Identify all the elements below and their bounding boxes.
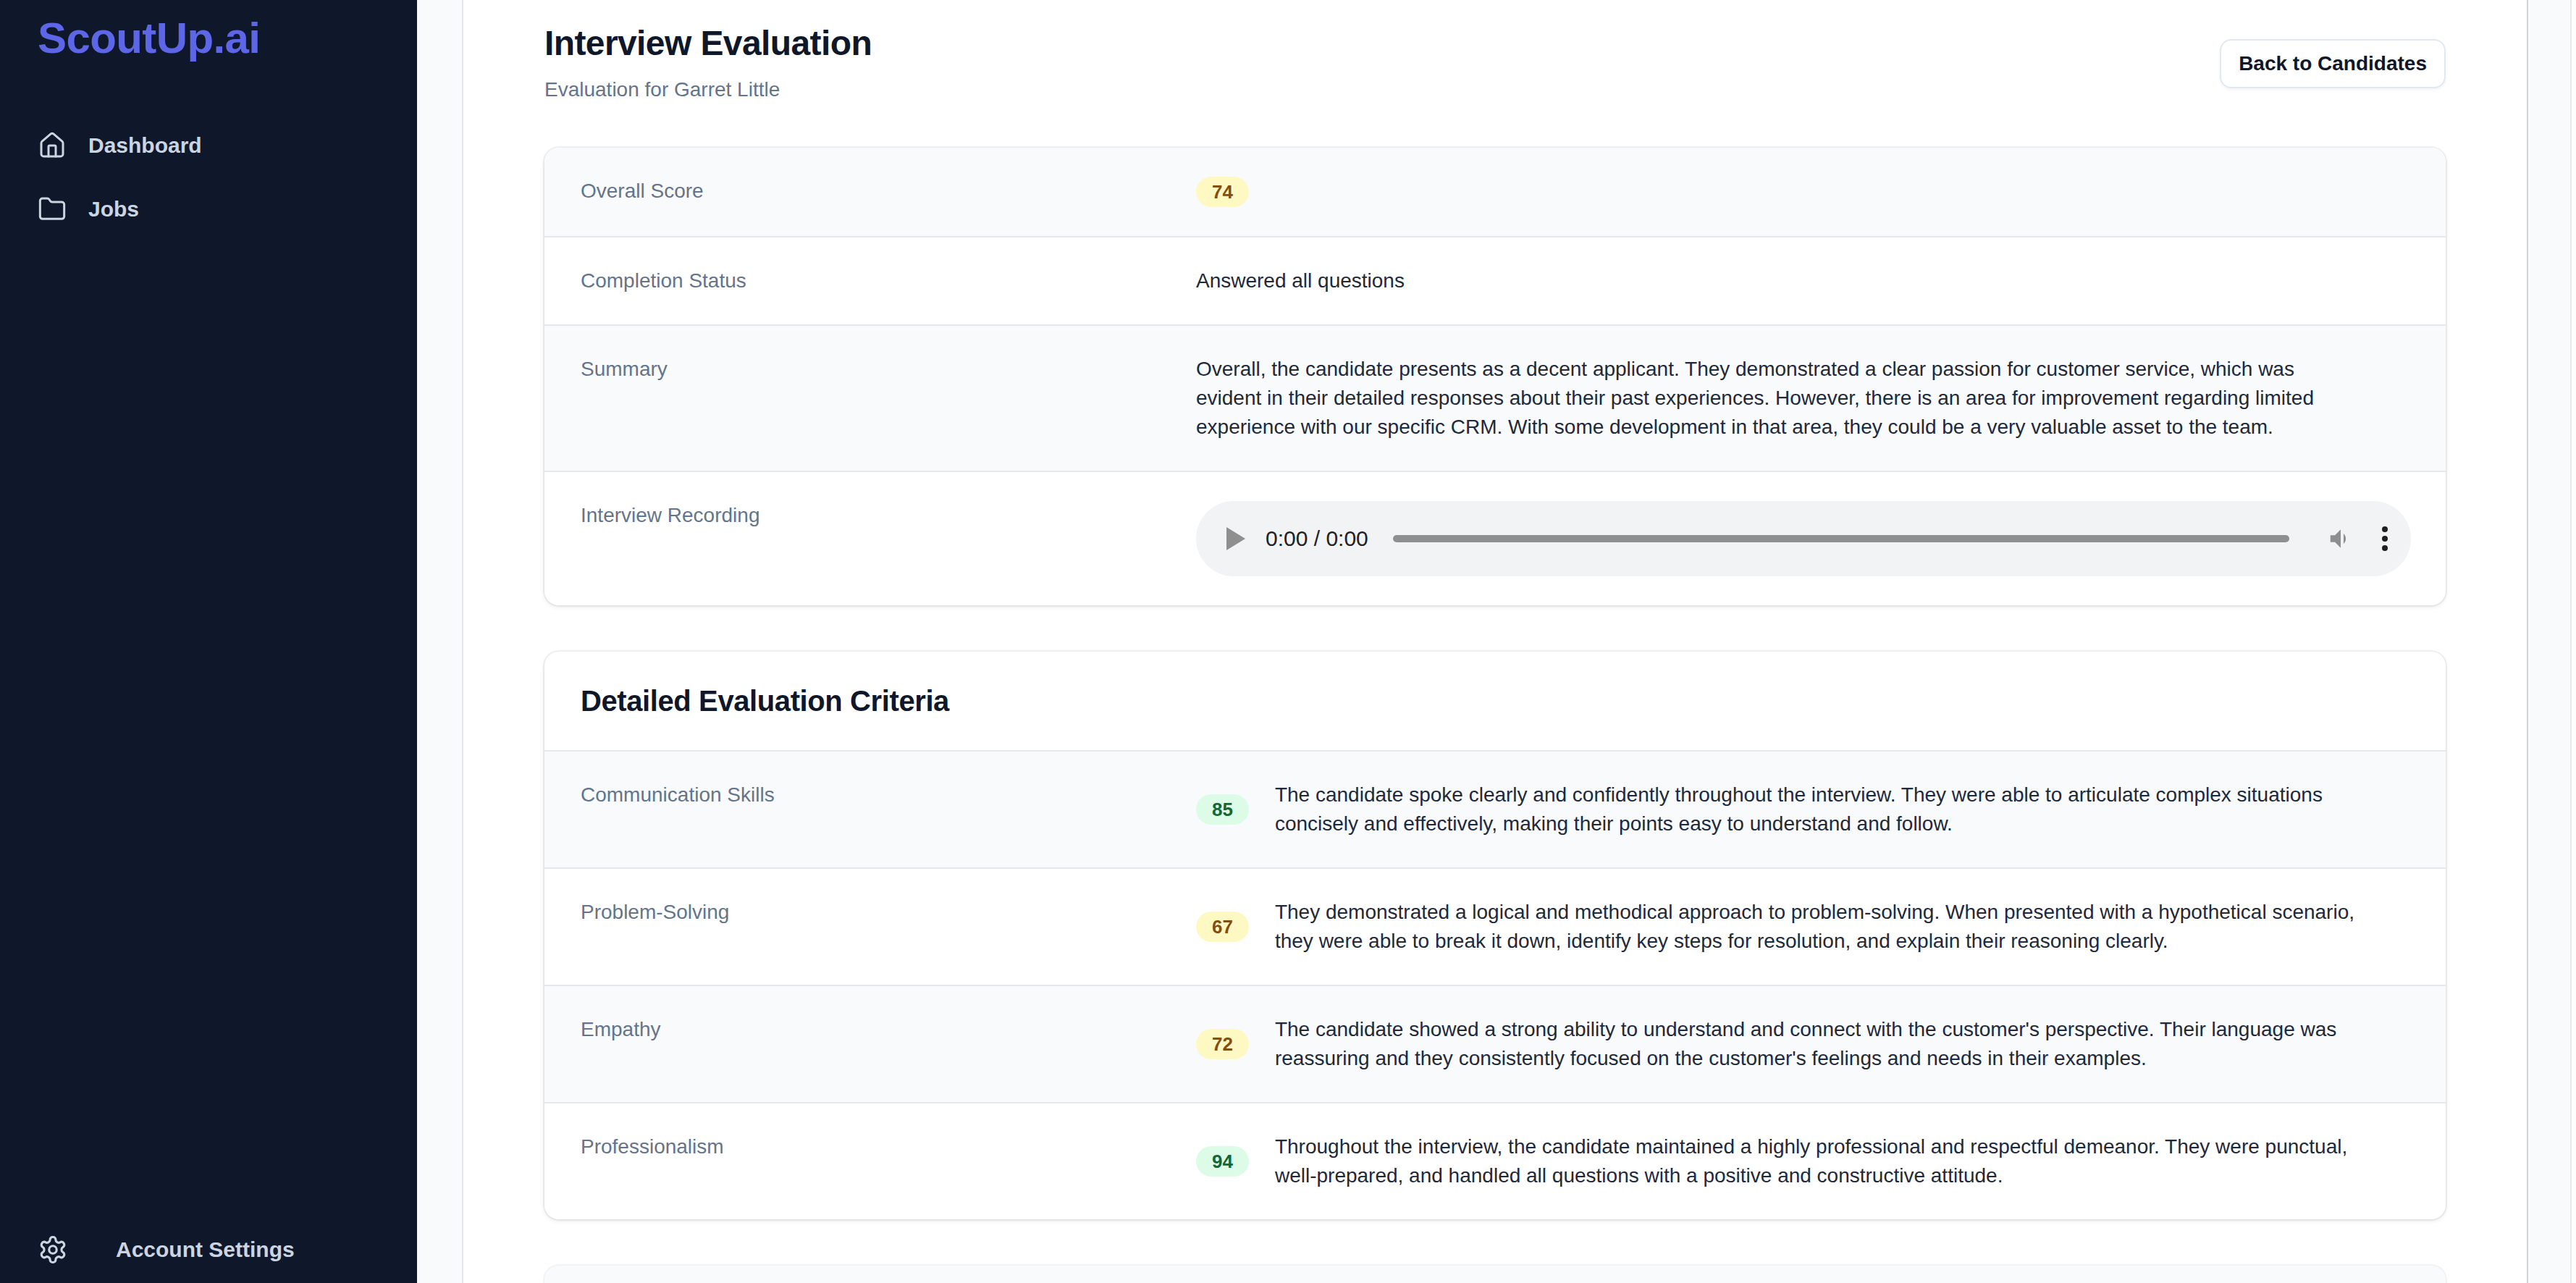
summary-line: Overall, the candidate presents as a dec…	[1196, 355, 2411, 384]
card-title: Detailed Evaluation Criteria	[581, 681, 2411, 721]
sidebar-item-label: Jobs	[88, 197, 139, 222]
criteria-description: The candidate showed a strong ability to…	[1275, 1015, 2336, 1073]
row-label: Overall Score	[544, 148, 1196, 236]
criteria-description: They demonstrated a logical and methodic…	[1275, 898, 2354, 956]
app-logo: ScoutUp.ai	[38, 13, 417, 63]
back-to-candidates-button[interactable]: Back to Candidates	[2220, 39, 2446, 88]
description-line: well-prepared, and handled all questions…	[1275, 1161, 2347, 1190]
description-line: they were able to break it down, identif…	[1275, 927, 2354, 956]
row-label: Problem-Solving	[544, 869, 1196, 985]
volume-icon[interactable]	[2327, 525, 2354, 552]
row-value: 67 They demonstrated a logical and metho…	[1196, 869, 2446, 985]
table-row: Communication Skills 85 The candidate sp…	[544, 750, 2446, 867]
row-value: 74	[1196, 148, 2446, 236]
description-line: reassuring and they consistently focused…	[1275, 1044, 2336, 1073]
row-value: 72 The candidate showed a strong ability…	[1196, 986, 2446, 1102]
app: ScoutUp.ai Dashboard Jobs Account Settin…	[0, 0, 2576, 1283]
table-row: Empathy 72 The candidate showed a strong…	[544, 985, 2446, 1102]
score-badge: 85	[1196, 794, 1249, 825]
score-badge: 67	[1196, 912, 1249, 942]
score-badge: 72	[1196, 1029, 1249, 1059]
description-line: Throughout the interview, the candidate …	[1275, 1132, 2347, 1161]
page-subtitle: Evaluation for Garret Little	[544, 75, 2446, 104]
description-line: The candidate spoke clearly and confiden…	[1275, 781, 2323, 809]
table-row: Overall Score 74	[544, 148, 2446, 236]
row-label: Communication Skills	[544, 752, 1196, 867]
summary-text: Overall, the candidate presents as a dec…	[1196, 326, 2446, 471]
row-label: Professionalism	[544, 1103, 1196, 1219]
table-row: Problem-Solving 67 They demonstrated a l…	[544, 867, 2446, 985]
home-icon	[38, 131, 67, 160]
row-value: 85 The candidate spoke clearly and confi…	[1196, 752, 2446, 867]
criteria-description: Throughout the interview, the candidate …	[1275, 1132, 2347, 1190]
row-label: Interview Recording	[544, 472, 1196, 605]
sidebar-item-account-settings[interactable]: Account Settings	[0, 1218, 417, 1282]
sidebar-footer-label: Account Settings	[116, 1237, 295, 1262]
sidebar-item-jobs[interactable]: Jobs	[0, 177, 417, 241]
table-row: Professionalism 94 Throughout the interv…	[544, 1102, 2446, 1219]
card-title-block: Detailed Evaluation Criteria	[544, 652, 2446, 750]
description-line: They demonstrated a logical and methodic…	[1275, 898, 2354, 927]
audio-time: 0:00 / 0:00	[1266, 524, 1368, 553]
main-content: Interview Evaluation Evaluation for Garr…	[463, 0, 2527, 1283]
overall-score-badge: 74	[1196, 177, 1249, 207]
row-label: Completion Status	[544, 237, 1196, 324]
description-line: concisely and effectively, making their …	[1275, 809, 2323, 838]
table-row: Interview Recording 0:00 / 0:00	[544, 471, 2446, 605]
sidebar: ScoutUp.ai Dashboard Jobs Account Settin…	[0, 0, 417, 1283]
sidebar-main-gutter	[417, 0, 463, 1283]
row-label: Summary	[544, 326, 1196, 471]
table-row: Summary Overall, the candidate presents …	[544, 324, 2446, 471]
next-card-stub	[544, 1266, 2446, 1283]
evaluation-summary-card: Overall Score 74 Completion Status Answe…	[544, 148, 2446, 605]
play-icon[interactable]	[1226, 527, 1245, 550]
audio-seek-slider[interactable]	[1393, 535, 2289, 542]
row-value: Answered all questions	[1196, 237, 2446, 324]
table-row: Completion Status Answered all questions	[544, 236, 2446, 324]
sidebar-nav: Dashboard Jobs	[0, 114, 417, 241]
criteria-description: The candidate spoke clearly and confiden…	[1275, 781, 2323, 838]
sidebar-item-dashboard[interactable]: Dashboard	[0, 114, 417, 177]
row-label: Empathy	[544, 986, 1196, 1102]
summary-line: evident in their detailed responses abou…	[1196, 384, 2411, 413]
sidebar-item-label: Dashboard	[88, 133, 202, 158]
criteria-rows: Communication Skills 85 The candidate sp…	[544, 750, 2446, 1219]
audio-player[interactable]: 0:00 / 0:00	[1196, 501, 2411, 576]
folder-icon	[38, 195, 67, 224]
row-value: 94 Throughout the interview, the candida…	[1196, 1103, 2446, 1219]
detailed-criteria-card: Detailed Evaluation Criteria Communicati…	[544, 652, 2446, 1219]
summary-line: experience with our specific CRM. With s…	[1196, 413, 2411, 442]
row-value: 0:00 / 0:00	[1196, 472, 2446, 605]
scrollbar-track[interactable]	[2527, 0, 2576, 1283]
score-badge: 94	[1196, 1146, 1249, 1177]
description-line: The candidate showed a strong ability to…	[1275, 1015, 2336, 1044]
gear-icon	[38, 1234, 68, 1265]
page-title: Interview Evaluation	[544, 20, 2446, 67]
audio-menu-icon[interactable]	[2382, 524, 2388, 553]
